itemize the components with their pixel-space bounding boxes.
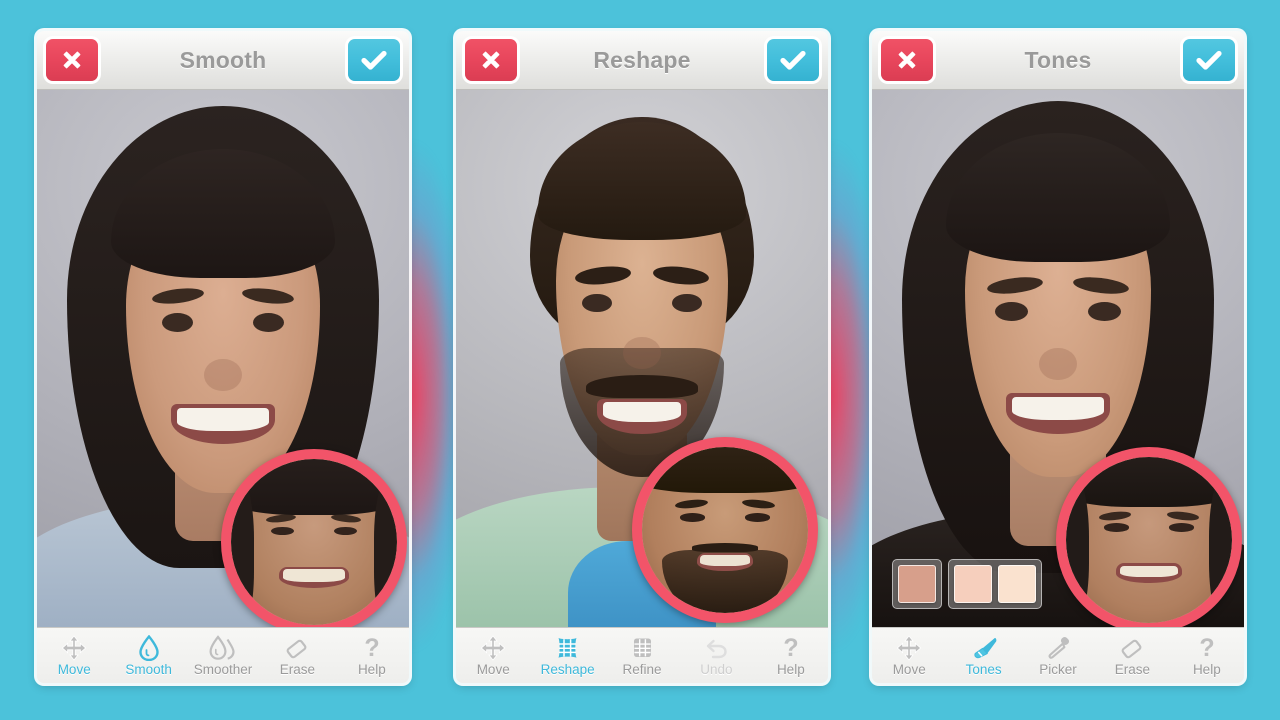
eraser-icon	[1119, 634, 1145, 661]
page-title: Tones	[1024, 46, 1092, 73]
loupe-image	[1066, 457, 1232, 623]
tool-label: Refine	[622, 662, 662, 677]
panel-smooth: Smooth Move Smooth Smoother Erase ? Help	[37, 31, 409, 683]
eyedropper-icon	[1044, 634, 1072, 661]
tool-move[interactable]: Move	[456, 628, 530, 683]
tool-label: Erase	[279, 662, 316, 677]
close-x-icon	[482, 51, 500, 69]
confirm-button[interactable]	[348, 39, 400, 81]
before-preview-loupe[interactable]	[1056, 447, 1242, 627]
before-preview-loupe[interactable]	[632, 437, 818, 623]
tone-swatch[interactable]	[898, 565, 936, 603]
question-mark-icon: ?	[362, 634, 382, 661]
warp-grid-icon	[554, 634, 581, 661]
tool-undo[interactable]: Undo	[679, 628, 753, 683]
photo-canvas-tones[interactable]	[872, 90, 1244, 627]
checkmark-icon	[780, 50, 806, 70]
close-x-icon	[63, 51, 81, 69]
toolbar-smooth: Move Smooth Smoother Erase ? Help	[37, 627, 409, 683]
tone-swatch[interactable]	[998, 565, 1036, 603]
svg-text:?: ?	[1199, 635, 1214, 661]
question-mark-icon: ?	[781, 634, 801, 661]
tool-label: Move	[892, 662, 926, 677]
tool-label: Move	[57, 662, 91, 677]
confirm-button[interactable]	[767, 39, 819, 81]
tool-help[interactable]: ? Help	[754, 628, 828, 683]
checkmark-icon	[361, 50, 387, 70]
tool-picker[interactable]: Picker	[1021, 628, 1095, 683]
tone-swatch-tray	[892, 559, 1042, 609]
tool-label: Smoother	[193, 662, 253, 677]
page-title: Reshape	[593, 46, 691, 73]
tool-tones[interactable]: Tones	[946, 628, 1020, 683]
photo-canvas-reshape[interactable]	[456, 90, 828, 627]
tone-swatch[interactable]	[954, 565, 992, 603]
tool-label: Picker	[1039, 662, 1077, 677]
panel-tones: Tones Move Tones Picker Erase ? Help	[872, 31, 1244, 683]
svg-text:?: ?	[783, 635, 798, 661]
tool-help[interactable]: ? Help	[1170, 628, 1244, 683]
before-preview-loupe[interactable]	[221, 449, 407, 627]
tool-erase[interactable]: Erase	[260, 628, 334, 683]
loupe-image	[231, 459, 397, 625]
tool-label: Smooth	[125, 662, 172, 677]
tool-label: Help	[1192, 662, 1221, 677]
tool-help[interactable]: ? Help	[335, 628, 409, 683]
close-x-icon	[898, 51, 916, 69]
tool-label: Undo	[700, 662, 733, 677]
svg-text:?: ?	[364, 635, 379, 661]
tool-label: Help	[776, 662, 805, 677]
photo-canvas-smooth[interactable]	[37, 90, 409, 627]
panel-reshape: Reshape Move Reshape Refine Undo ? Help	[456, 31, 828, 683]
undo-icon	[703, 634, 729, 661]
move-arrows-icon	[896, 634, 922, 661]
tool-move[interactable]: Move	[37, 628, 111, 683]
header-bar-tones: Tones	[872, 31, 1244, 90]
page-title: Smooth	[179, 46, 267, 73]
droplet-icon	[138, 634, 160, 661]
cancel-button[interactable]	[881, 39, 933, 81]
tool-label: Move	[476, 662, 510, 677]
tool-label: Reshape	[540, 662, 595, 677]
move-arrows-icon	[61, 634, 87, 661]
tool-smoother[interactable]: Smoother	[186, 628, 260, 683]
tool-label: Erase	[1114, 662, 1151, 677]
cancel-button[interactable]	[465, 39, 517, 81]
tool-reshape[interactable]: Reshape	[530, 628, 604, 683]
eraser-icon	[284, 634, 310, 661]
double-droplet-icon	[208, 634, 238, 661]
header-bar-smooth: Smooth	[37, 31, 409, 90]
loupe-image	[642, 447, 808, 613]
header-bar-reshape: Reshape	[456, 31, 828, 90]
tool-erase[interactable]: Erase	[1095, 628, 1169, 683]
brush-icon	[970, 634, 998, 661]
toolbar-reshape: Move Reshape Refine Undo ? Help	[456, 627, 828, 683]
tool-label: Tones	[965, 662, 1002, 677]
toolbar-tones: Move Tones Picker Erase ? Help	[872, 627, 1244, 683]
fine-grid-icon	[630, 634, 655, 661]
checkmark-icon	[1196, 50, 1222, 70]
swatch-group	[948, 559, 1042, 609]
cancel-button[interactable]	[46, 39, 98, 81]
move-arrows-icon	[480, 634, 506, 661]
tool-move[interactable]: Move	[872, 628, 946, 683]
confirm-button[interactable]	[1183, 39, 1235, 81]
tool-label: Help	[357, 662, 386, 677]
tool-refine[interactable]: Refine	[605, 628, 679, 683]
swatch-group	[892, 559, 942, 609]
question-mark-icon: ?	[1197, 634, 1217, 661]
app-screen: Smooth Move Smooth Smoother Erase ? Help…	[0, 0, 1280, 720]
tool-smooth[interactable]: Smooth	[111, 628, 185, 683]
